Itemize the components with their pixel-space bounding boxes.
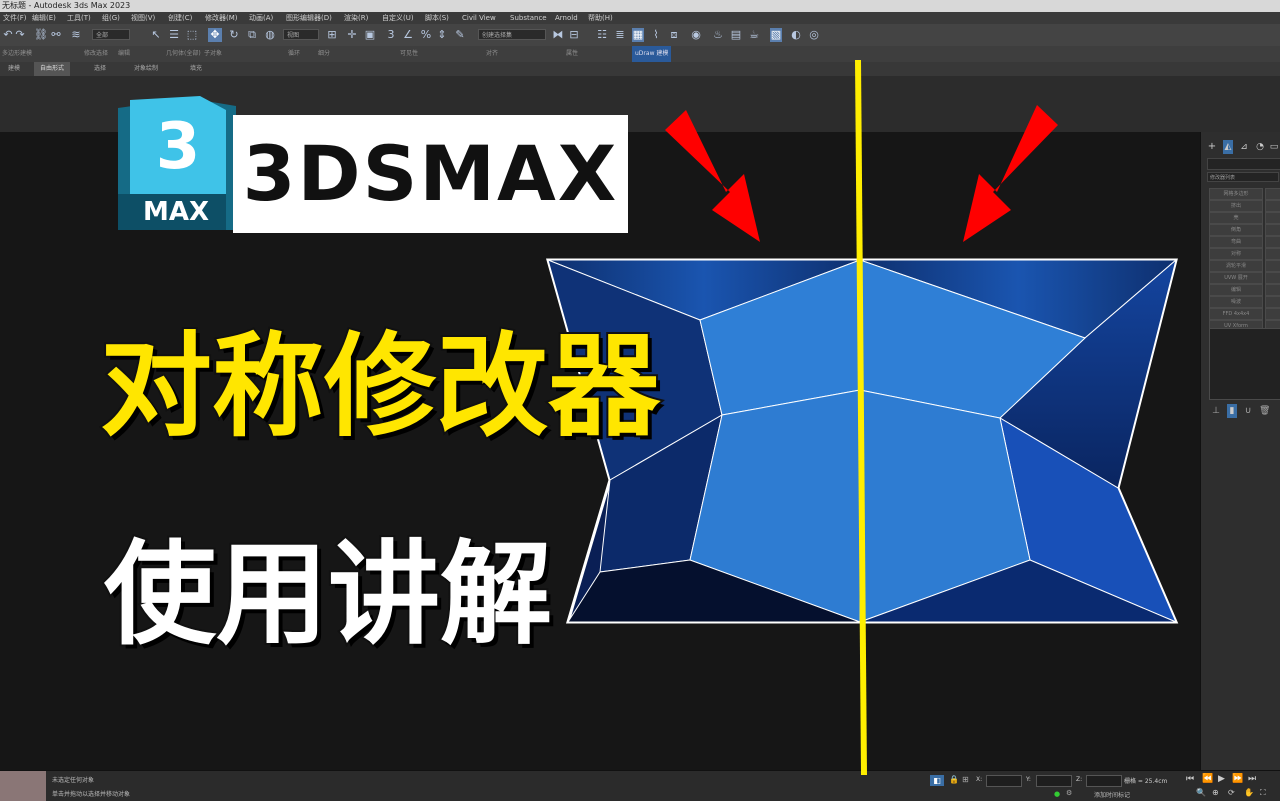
3dsmax-logo: 3 MAX <box>118 96 236 230</box>
logo-text: MAX <box>143 197 209 227</box>
mirror-plane-line <box>855 59 867 776</box>
overlay-title-line2: 使用讲解 <box>102 528 554 662</box>
arrow-left-icon <box>665 110 760 242</box>
overlay-title-line1: 对称修改器 <box>98 320 662 454</box>
logo-number: 3 <box>156 110 201 184</box>
arrow-right-icon <box>963 105 1058 242</box>
badge-text: 3DSMAX <box>242 129 619 218</box>
title-badge: 3DSMAX <box>233 115 628 233</box>
